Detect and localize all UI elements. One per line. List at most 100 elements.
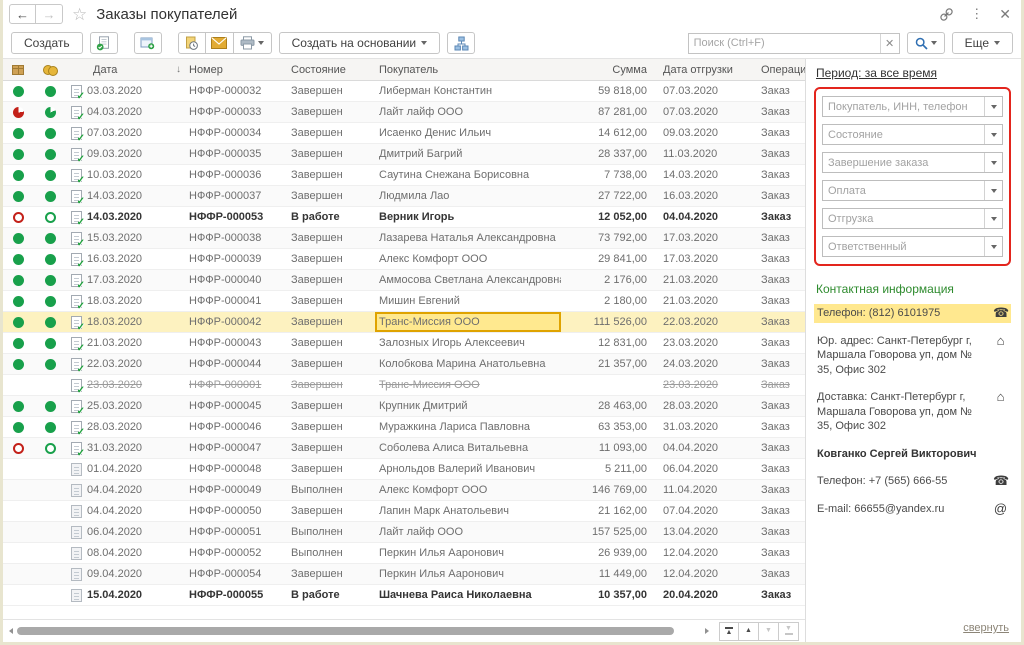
contact-item[interactable]: Юр. адрес: Санкт-Петербург г, Маршала Го… xyxy=(814,332,1011,380)
dropdown-button[interactable] xyxy=(984,181,1002,200)
period-link[interactable]: Период: за все время xyxy=(816,66,937,80)
table-row[interactable]: 08.04.2020НФФР-000052ВыполненПеркин Илья… xyxy=(3,543,805,564)
get-link-icon[interactable] xyxy=(939,7,954,22)
search-input[interactable] xyxy=(689,34,880,53)
table-row[interactable]: 01.04.2020НФФР-000048ЗавершенАрнольдов В… xyxy=(3,459,805,480)
dropdown-button[interactable] xyxy=(984,97,1002,116)
back-button[interactable]: ← xyxy=(9,4,36,24)
table-row[interactable]: 10.03.2020НФФР-000036ЗавершенСаутина Сне… xyxy=(3,165,805,186)
filter-combobox[interactable]: Оплата xyxy=(822,180,1003,201)
create-copy-button[interactable] xyxy=(90,32,118,54)
create-based-on-button[interactable]: Создать на основании xyxy=(279,32,441,54)
scroll-left-icon[interactable] xyxy=(9,628,13,634)
sum-cell: 14 612,00 xyxy=(561,123,657,143)
sum-cell: 29 841,00 xyxy=(561,249,657,269)
table-row[interactable]: 28.03.2020НФФР-000046ЗавершенМуражкина Л… xyxy=(3,417,805,438)
phone-icon[interactable]: ☎ xyxy=(993,306,1008,320)
contact-item[interactable]: Доставка: Санкт-Петербург г, Маршала Гов… xyxy=(814,388,1011,436)
dropdown-button[interactable] xyxy=(984,125,1002,144)
close-icon[interactable]: ✕ xyxy=(999,6,1011,23)
dropdown-button[interactable] xyxy=(984,209,1002,228)
filter-combobox[interactable]: Покупатель, ИНН, телефон xyxy=(822,96,1003,117)
dropdown-button[interactable] xyxy=(984,237,1002,256)
scroll-right-icon[interactable] xyxy=(705,628,709,634)
table-row[interactable]: 14.03.2020НФФР-000037ЗавершенЛюдмила Лао… xyxy=(3,186,805,207)
operation-column-header[interactable]: Операция xyxy=(761,59,805,80)
customer-column-header[interactable]: Покупатель xyxy=(375,59,561,80)
table-row[interactable]: 06.04.2020НФФР-000051ВыполненЛайт лайф О… xyxy=(3,522,805,543)
operation-cell: Заказ xyxy=(761,228,805,248)
date-column-header[interactable]: Дата↓ xyxy=(67,59,189,80)
filter-combobox[interactable]: Завершение заказа xyxy=(822,152,1003,173)
shipment-status-cell xyxy=(3,186,33,206)
contact-item[interactable]: Телефон: +7 (565) 666-55☎ xyxy=(814,472,1011,491)
send-email-button[interactable] xyxy=(206,32,234,54)
table-row[interactable]: 14.03.2020НФФР-000053В работеВерник Игор… xyxy=(3,207,805,228)
table-row[interactable]: 21.03.2020НФФР-000043ЗавершенЗалозных Иг… xyxy=(3,333,805,354)
table-row[interactable]: 04.04.2020НФФР-000050ЗавершенЛапин Марк … xyxy=(3,501,805,522)
table-row[interactable]: 09.04.2020НФФР-000054ЗавершенПеркин Илья… xyxy=(3,564,805,585)
table-row[interactable]: 03.03.2020НФФР-000032ЗавершенЛиберман Ко… xyxy=(3,81,805,102)
table-row[interactable]: 16.03.2020НФФР-000039ЗавершенАлекс Комфо… xyxy=(3,249,805,270)
operation-cell: Заказ xyxy=(761,291,805,311)
contact-item[interactable]: Ковганко Сергей Викторович xyxy=(814,445,1011,464)
forward-button[interactable]: → xyxy=(36,4,63,24)
print-button[interactable] xyxy=(234,32,272,54)
table-row[interactable]: 04.04.2020НФФР-000049ВыполненАлекс Комфо… xyxy=(3,480,805,501)
payment-column-header[interactable] xyxy=(33,59,67,80)
table-row[interactable]: 25.03.2020НФФР-000045ЗавершенКрупник Дми… xyxy=(3,396,805,417)
number-column-header[interactable]: Номер xyxy=(189,59,291,80)
linked-documents-button[interactable] xyxy=(447,32,475,54)
side-panel: Период: за все время Покупатель, ИНН, те… xyxy=(805,59,1021,642)
table-row[interactable]: 31.03.2020НФФР-000047ЗавершенСоболева Ал… xyxy=(3,438,805,459)
ship-date-cell: 13.04.2020 xyxy=(657,522,761,542)
home-icon[interactable]: ⌂ xyxy=(993,334,1008,348)
date-value: 09.03.2020 xyxy=(87,148,142,160)
collapse-link[interactable]: свернуть xyxy=(963,622,1009,634)
add-to-list-button[interactable] xyxy=(134,32,162,54)
contact-item[interactable]: E-mail: 66655@yandex.ru@ xyxy=(814,500,1011,519)
table-row[interactable]: 22.03.2020НФФР-000044ЗавершенКолобкова М… xyxy=(3,354,805,375)
filter-combobox[interactable]: Отгрузка xyxy=(822,208,1003,229)
state-column-header[interactable]: Состояние xyxy=(291,59,375,80)
clear-search-icon[interactable]: ✕ xyxy=(880,34,899,53)
document-history-button[interactable] xyxy=(178,32,206,54)
scrollbar-track[interactable] xyxy=(17,627,701,636)
home-icon[interactable]: ⌂ xyxy=(993,390,1008,404)
favorite-star-icon[interactable]: ☆ xyxy=(72,6,87,23)
shipment-column-header[interactable] xyxy=(3,59,33,80)
ship-date-column-header[interactable]: Дата отгрузки xyxy=(657,59,761,80)
search-settings-button[interactable] xyxy=(907,32,945,54)
payment-status-cell xyxy=(33,123,67,143)
filter-combobox[interactable]: Состояние xyxy=(822,124,1003,145)
table-row[interactable]: 04.03.2020НФФР-000033ЗавершенЛайт лайф О… xyxy=(3,102,805,123)
sum-column-header[interactable]: Сумма xyxy=(561,59,657,80)
go-to-bottom-button[interactable]: ▼ xyxy=(779,622,799,641)
ship-date-cell: 20.04.2020 xyxy=(657,585,761,605)
table-row[interactable]: 18.03.2020НФФР-000041ЗавершенМишин Евген… xyxy=(3,291,805,312)
go-up-button[interactable]: ▲ xyxy=(739,622,759,641)
contact-item[interactable]: Телефон: (812) 6101975☎ xyxy=(814,304,1011,323)
go-to-top-button[interactable]: ▲ xyxy=(719,622,739,641)
scrollbar-thumb[interactable] xyxy=(17,627,674,635)
dropdown-button[interactable] xyxy=(984,153,1002,172)
more-button[interactable]: Еще xyxy=(952,32,1013,54)
table-row[interactable]: 09.03.2020НФФР-000035ЗавершенДмитрий Баг… xyxy=(3,144,805,165)
payment-status-icon xyxy=(45,86,56,97)
filter-combobox[interactable]: Ответственный xyxy=(822,236,1003,257)
at-icon[interactable]: @ xyxy=(993,502,1008,516)
table-row[interactable]: 17.03.2020НФФР-000040ЗавершенАммосова Св… xyxy=(3,270,805,291)
create-button[interactable]: Создать xyxy=(11,32,83,54)
number-cell: НФФР-000052 xyxy=(189,543,291,563)
table-row[interactable]: 15.03.2020НФФР-000038ЗавершенЛазарева На… xyxy=(3,228,805,249)
date-cell: 04.03.2020 xyxy=(67,102,189,122)
kebab-menu-icon[interactable]: ⋮ xyxy=(970,6,983,22)
phone-icon[interactable]: ☎ xyxy=(993,474,1008,488)
date-cell: 10.03.2020 xyxy=(67,165,189,185)
table-row[interactable]: 15.04.2020НФФР-000055В работеШачнева Раи… xyxy=(3,585,805,606)
table-row[interactable]: 18.03.2020НФФР-000042ЗавершенТранс-Мисси… xyxy=(3,312,805,333)
table-row[interactable]: 23.03.2020НФФР-000001ЗавершенТранс-Мисси… xyxy=(3,375,805,396)
operation-cell: Заказ xyxy=(761,249,805,269)
go-down-button[interactable]: ▼ xyxy=(759,622,779,641)
table-row[interactable]: 07.03.2020НФФР-000034ЗавершенИсаенко Ден… xyxy=(3,123,805,144)
